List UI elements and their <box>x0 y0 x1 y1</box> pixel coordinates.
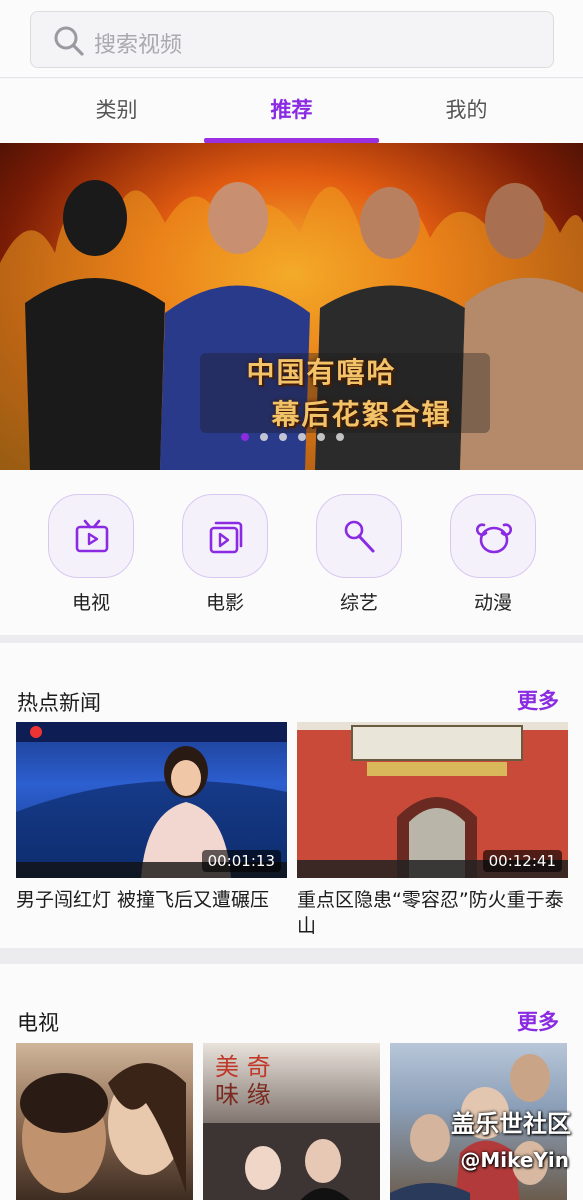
news-video-thumbnail[interactable]: 00:01:13 <box>16 722 287 878</box>
tv-icon <box>75 519 109 553</box>
search-bar-container: 搜索视频 <box>0 0 583 78</box>
category-variety-label: 综艺 <box>339 592 378 614</box>
carousel-dot[interactable] <box>317 433 325 441</box>
watermark-community: 盖乐世社区 <box>451 1110 571 1138</box>
video-duration: 00:01:13 <box>201 850 281 872</box>
tab-category[interactable]: 类别 <box>29 79 204 143</box>
search-input[interactable]: 搜索视频 <box>30 11 554 68</box>
banner-title-line2: 幕后花絮合辑 <box>271 398 452 431</box>
divider <box>0 948 583 964</box>
tab-mine[interactable]: 我的 <box>379 79 554 143</box>
carousel-dot[interactable] <box>336 433 344 441</box>
category-shortcuts: 电视 电影 综艺 动漫 <box>0 470 583 635</box>
carousel-dot[interactable] <box>260 433 268 441</box>
tab-recommend[interactable]: 推荐 <box>204 79 379 143</box>
bear-icon <box>476 523 512 554</box>
microphone-icon <box>344 520 375 553</box>
banner-carousel[interactable]: 中国有嘻哈 幕后花絮合辑 <box>0 143 583 470</box>
tab-bar: 类别 推荐 我的 <box>0 79 583 143</box>
carousel-dot[interactable] <box>279 433 287 441</box>
category-anime-button[interactable] <box>450 494 536 578</box>
tv-poster-image: 美 奇 味 缘 <box>203 1053 380 1200</box>
news-caption[interactable]: 重点区隐患“零容忍”防火重于泰山 <box>297 887 568 939</box>
category-tv[interactable]: 电视 <box>48 494 134 624</box>
tv-more-link[interactable]: 更多 <box>517 1006 559 1036</box>
tv-show-poster[interactable]: 美 奇 味 缘 <box>203 1043 380 1200</box>
svg-text:美 奇: 美 奇 <box>215 1053 271 1081</box>
news-video-thumbnail[interactable]: 00:12:41 <box>297 722 568 878</box>
hot-news-title: 热点新闻 <box>17 691 101 715</box>
search-placeholder: 搜索视频 <box>94 33 183 58</box>
banner-title-line1: 中国有嘻哈 <box>246 356 397 389</box>
search-icon <box>54 26 84 56</box>
carousel-dot[interactable] <box>298 433 306 441</box>
hot-news-section: 热点新闻 更多 00:01:13 男子闯红灯 被撞飞后又遭碾压 00:12:41… <box>0 643 583 948</box>
tv-poster-image <box>20 1063 186 1193</box>
tv-section-title: 电视 <box>17 1011 59 1035</box>
carousel-dot[interactable] <box>241 433 249 441</box>
category-movie[interactable]: 电影 <box>182 494 268 624</box>
news-caption[interactable]: 男子闯红灯 被撞飞后又遭碾压 <box>16 887 287 913</box>
hot-news-more-link[interactable]: 更多 <box>517 685 559 715</box>
tv-show-poster[interactable] <box>16 1043 193 1200</box>
category-tv-label: 电视 <box>71 592 110 614</box>
category-anime[interactable]: 动漫 <box>450 494 536 624</box>
category-variety-button[interactable] <box>316 494 402 578</box>
watermark-author: @MikeYin <box>460 1148 569 1172</box>
category-movie-button[interactable] <box>182 494 268 578</box>
svg-text:味 缘: 味 缘 <box>215 1081 271 1109</box>
category-variety[interactable]: 综艺 <box>316 494 402 624</box>
video-duration: 00:12:41 <box>482 850 562 872</box>
category-tv-button[interactable] <box>48 494 134 578</box>
category-movie-label: 电影 <box>205 592 244 614</box>
film-icon <box>209 521 243 554</box>
category-anime-label: 动漫 <box>473 592 512 614</box>
divider <box>0 635 583 643</box>
